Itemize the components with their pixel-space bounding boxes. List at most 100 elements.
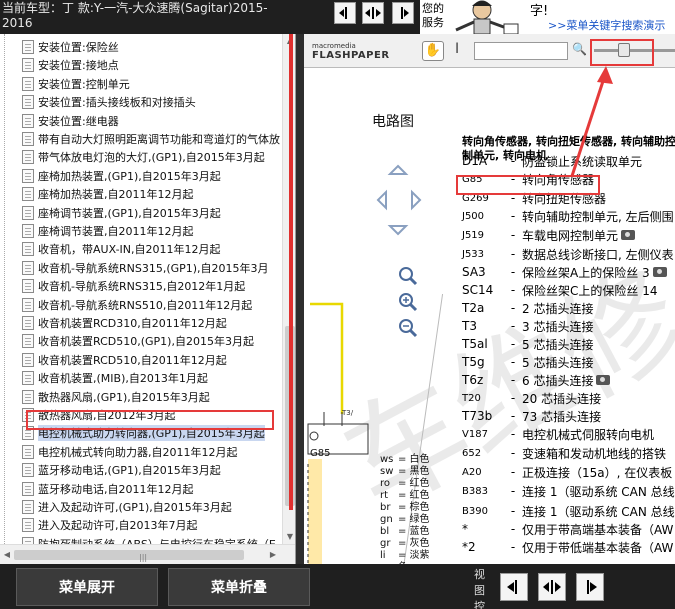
- menu-item[interactable]: 座椅加热装置,自2011年12月起: [22, 185, 282, 203]
- zoom-magnifier-icon: 🔍: [572, 42, 587, 56]
- legend-value: = 棕色: [398, 502, 430, 513]
- app-window: 当前车型：丁 款:Y-一汽-大众速腾(Sagitar)2015- 2016 您的…: [0, 0, 675, 609]
- page-number-input[interactable]: [474, 42, 568, 60]
- pan-down-icon[interactable]: [387, 225, 409, 236]
- document-icon: [22, 242, 34, 257]
- component-dash: -: [510, 247, 516, 261]
- component-code: T20: [462, 392, 481, 404]
- component-description: 连接 1（驱动系统 CAN 总线: [522, 484, 675, 499]
- menu-item-label: 座椅调节装置,(GP1),自2015年3月起: [38, 206, 221, 220]
- hand-icon: ✋: [424, 43, 442, 58]
- zoom-highlight-box: [590, 39, 654, 66]
- document-icon: [22, 536, 34, 544]
- menu-item-label: 进入及起动许可,(GP1),自2015年3月起: [38, 501, 232, 514]
- component-code: T3: [462, 319, 477, 333]
- hand-tool-button[interactable]: ✋: [422, 41, 444, 61]
- menu-horizontal-scrollbar[interactable]: ◀ ||| ▶: [0, 544, 295, 564]
- menu-item[interactable]: 安装位置:插头接线板和对接插头: [22, 93, 282, 111]
- view-single-button[interactable]: [334, 2, 356, 24]
- vehicle-title-line1: 当前车型：丁 款:Y-一汽-大众速腾(Sagitar)2015-: [2, 1, 268, 15]
- component-dash: -: [510, 301, 516, 315]
- scroll-down-icon[interactable]: ▼: [285, 532, 295, 542]
- vehicle-title: 当前车型：丁 款:Y-一汽-大众速腾(Sagitar)2015- 2016: [0, 0, 290, 34]
- component-entry: V187 - 电控机械式伺服转向电机: [462, 425, 675, 443]
- menu-item-label: 进入及起动许可,自2013年7月起: [38, 519, 198, 533]
- component-dash: -: [510, 283, 516, 297]
- component-entry: T6z -6 芯插头连接: [462, 371, 675, 389]
- legend-value: = 淡紫色: [398, 550, 430, 564]
- menu-item[interactable]: 安装位置:接地点: [22, 56, 282, 74]
- menu-item[interactable]: 收音机-导航系统RNS510,自2011年12月起: [22, 296, 282, 314]
- view-full-button[interactable]: [392, 2, 414, 24]
- camera-icon[interactable]: [652, 267, 667, 277]
- component-code: A20: [462, 466, 482, 478]
- component-dash: -: [510, 391, 516, 405]
- menu-item[interactable]: 蓝牙移动电话,(GP1),自2015年3月起: [22, 461, 282, 479]
- menu-item[interactable]: 收音机装置RCD510,自2011年12月起: [22, 351, 282, 369]
- arrow-left-bar-icon: [401, 7, 409, 19]
- menu-item[interactable]: 收音机-导航系统RNS315,(GP1),自2015年3月: [22, 259, 282, 277]
- menu-item[interactable]: 收音机-导航系统RNS315,自2012年1月起: [22, 277, 282, 295]
- menu-item[interactable]: 安装位置:保险丝: [22, 38, 282, 56]
- menu-horizontal-scroll-thumb[interactable]: |||: [14, 550, 244, 562]
- search-demo-link[interactable]: >>菜单关键字搜索演示: [548, 17, 665, 33]
- component-entry: T3 -3 芯插头连接: [462, 317, 675, 335]
- menu-item[interactable]: 收音机装置,(MIB),自2013年1月起: [22, 369, 282, 387]
- view-mode-split-button[interactable]: [538, 573, 566, 601]
- component-dash: -: [510, 154, 516, 168]
- flashpaper-logo: macromedia FLASHPAPER: [312, 42, 390, 61]
- component-code: T6z: [462, 373, 484, 387]
- pan-up-icon[interactable]: [387, 164, 409, 175]
- camera-icon[interactable]: [621, 230, 636, 240]
- text-select-tool[interactable]: I: [455, 41, 459, 57]
- menu-item[interactable]: 防抱死制动系统（ABS）与电控行车稳定系统（E: [22, 535, 282, 544]
- pan-left-icon[interactable]: [376, 189, 387, 211]
- legend-value: = 灰色: [398, 538, 430, 549]
- menu-item[interactable]: 蓝牙移动电话,自2011年12月起: [22, 480, 282, 498]
- menu-item-label: 收音机-导航系统RNS510,自2011年12月起: [38, 298, 253, 312]
- scroll-left-icon[interactable]: ◀: [2, 550, 12, 560]
- legend-value: = 黑色: [398, 466, 430, 477]
- menu-item[interactable]: 进入及起动许可,自2013年7月起: [22, 516, 282, 534]
- menu-item[interactable]: 进入及起动许可,(GP1),自2015年3月起: [22, 498, 282, 516]
- menu-item[interactable]: 安装位置:控制单元: [22, 75, 282, 93]
- component-code: J533: [462, 248, 485, 260]
- menu-item[interactable]: 电控机械式转向助力器,自2011年12月起: [22, 443, 282, 461]
- view-mode-right-button[interactable]: [576, 573, 604, 601]
- menu-item[interactable]: 座椅加热装置,(GP1),自2015年3月起: [22, 167, 282, 185]
- view-split-button[interactable]: [362, 2, 384, 24]
- camera-icon[interactable]: [596, 375, 611, 385]
- menu-item[interactable]: 带气体放电灯泡的大灯,(GP1),自2015年3月起: [22, 148, 282, 166]
- component-description: 转向辅助控制单元, 左后侧围: [522, 209, 674, 224]
- scroll-right-icon[interactable]: ▶: [268, 550, 278, 560]
- legend-value: = 蓝色: [398, 526, 430, 537]
- legend-value: = 红色: [398, 478, 430, 489]
- legend-key: rt: [380, 490, 389, 501]
- menu-item[interactable]: 收音机，带AUX-IN,自2011年12月起: [22, 240, 282, 258]
- component-dash: -: [510, 522, 516, 536]
- component-entry: SC14 - 保险丝架C上的保险丝 14: [462, 281, 675, 299]
- menu-panel: 安装位置:保险丝 安装位置:接地点 安装位置:控制单元 安装位置:插头接线板和对接插头…: [0, 34, 296, 564]
- menu-item[interactable]: 带有自动大灯照明距离调节功能和弯道灯的气体放: [22, 130, 282, 148]
- component-entry: D1A - 防盗锁止系统读取单元: [462, 152, 675, 170]
- menu-collapse-button[interactable]: 菜单折叠: [168, 568, 310, 606]
- pan-right-icon[interactable]: [411, 189, 422, 211]
- menu-item[interactable]: 座椅调节装置,自2011年12月起: [22, 222, 282, 240]
- zoom-fit-icon[interactable]: [399, 267, 418, 286]
- document-icon: [22, 58, 34, 73]
- menu-expand-button[interactable]: 菜单展开: [16, 568, 158, 606]
- component-code: *2: [462, 540, 476, 554]
- legend-key: gn: [380, 514, 393, 525]
- menu-item[interactable]: 座椅调节装置,(GP1),自2015年3月起: [22, 204, 282, 222]
- menu-item[interactable]: 收音机装置RCD310,自2011年12月起: [22, 314, 282, 332]
- component-dash: -: [510, 265, 516, 279]
- view-mode-left-button[interactable]: [500, 573, 528, 601]
- component-code: T5g: [462, 355, 485, 369]
- component-code: D1A: [462, 154, 488, 168]
- menu-item[interactable]: 收音机装置RCD510,(GP1),自2015年3月起: [22, 332, 282, 350]
- menu-item[interactable]: 安装位置:继电器: [22, 112, 282, 130]
- arrow-into-bar-icon: [339, 7, 347, 19]
- legend-row: gr = 灰色: [380, 538, 438, 550]
- menu-item[interactable]: 散热器风扇,(GP1),自2015年3月起: [22, 388, 282, 406]
- document-icon: [22, 316, 34, 330]
